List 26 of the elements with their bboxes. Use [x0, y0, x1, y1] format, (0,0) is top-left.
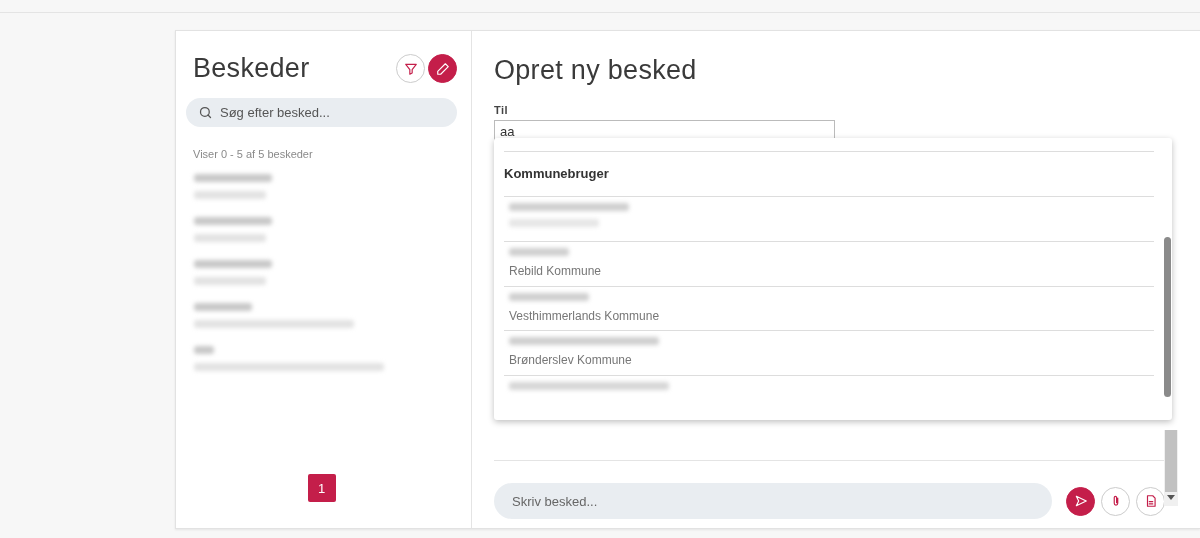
search-field[interactable]: Søg efter besked... — [186, 98, 457, 127]
group-heading: Kommunebruger — [504, 152, 1154, 198]
search-icon — [198, 105, 213, 120]
send-button[interactable] — [1066, 486, 1095, 516]
option-subtitle: Brønderslev Kommune — [509, 353, 633, 368]
scrollbar[interactable] — [1164, 430, 1178, 506]
message-input[interactable]: Skriv besked... — [494, 483, 1052, 519]
pencil-icon — [435, 61, 450, 76]
attach-button[interactable] — [1101, 486, 1130, 516]
send-icon — [1073, 494, 1088, 508]
filter-icon — [403, 61, 418, 76]
new-message-button[interactable] — [428, 54, 457, 83]
suggestion-option[interactable]: Rebild Kommune — [504, 241, 1154, 287]
compose-title: Opret ny besked — [494, 55, 698, 86]
suggestion-option[interactable]: Brønderslev Kommune — [504, 331, 1154, 376]
scroll-down-icon[interactable] — [1167, 495, 1175, 501]
message-count: Viser 0 - 5 af 5 beskeder — [193, 148, 314, 160]
scrollbar-thumb[interactable] — [1164, 237, 1171, 397]
filter-button[interactable] — [396, 54, 425, 83]
option-subtitle: Vesthimmerlands Kommune — [509, 308, 661, 323]
option-subtitle: Rebild Kommune — [509, 263, 603, 278]
page-button[interactable]: 1 — [307, 474, 336, 502]
suggestion-option[interactable]: Vesthimmerlands Kommune — [504, 286, 1154, 332]
to-label: Til — [494, 104, 510, 116]
sidebar-title: Beskeder — [193, 53, 310, 84]
document-button[interactable] — [1136, 486, 1165, 516]
